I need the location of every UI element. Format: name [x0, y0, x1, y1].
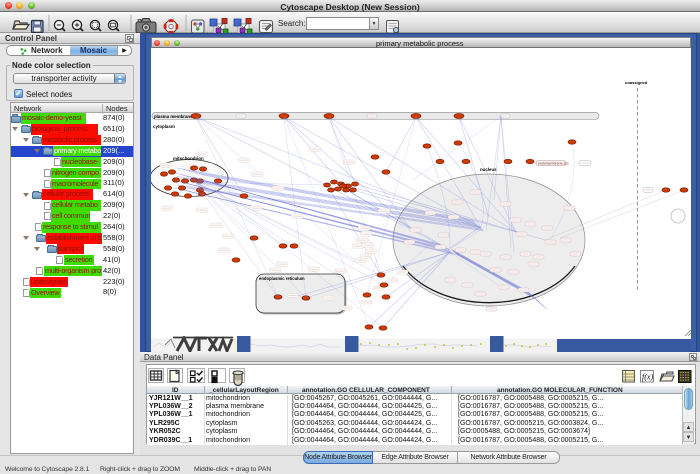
svg-text:unassigned: unassigned: [625, 80, 648, 85]
svg-text:cytoplasm: cytoplasm: [153, 124, 175, 129]
svg-text:f(x): f(x): [642, 373, 653, 382]
svg-text:mitochondrion: mitochondrion: [173, 156, 204, 161]
svg-text:plasma membrane: plasma membrane: [154, 114, 193, 119]
svg-text:endomembrane sys: endomembrane sys: [538, 162, 569, 166]
svg-text:nucleus: nucleus: [480, 167, 497, 172]
